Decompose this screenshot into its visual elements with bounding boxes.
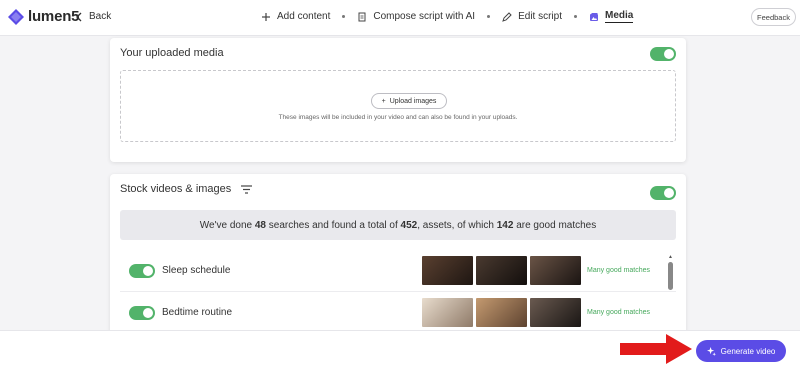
step-media[interactable]: Media	[589, 10, 634, 23]
summary-suffix: are good matches	[516, 219, 597, 231]
pencil-icon	[502, 11, 512, 22]
match-status: Many good matches	[587, 267, 651, 274]
upload-dropzone[interactable]: + Upload images These images will be inc…	[120, 70, 676, 142]
media-thumbnail[interactable]	[422, 298, 473, 327]
stock-media-card: Stock videos & images We've done 48 sear…	[110, 174, 686, 344]
match-status: Many good matches	[587, 309, 651, 316]
feedback-button[interactable]: Feedback	[751, 8, 796, 26]
list-item: Sleep schedule Many good matches	[120, 250, 676, 292]
document-icon	[358, 12, 366, 21]
summary-assets: 452	[400, 219, 418, 231]
generate-video-button[interactable]: Generate video	[696, 340, 786, 362]
search-summary: We've done 48 searches and found a total…	[120, 210, 676, 240]
generate-video-label: Generate video	[720, 346, 776, 356]
summary-prefix: We've done	[199, 219, 253, 231]
step-label: Media	[605, 10, 634, 23]
step-compose-script[interactable]: Compose script with AI	[357, 11, 475, 22]
upload-images-label: Upload images	[389, 97, 437, 105]
back-label: Back	[89, 11, 112, 22]
scene-toggle[interactable]	[129, 264, 155, 278]
plus-icon	[262, 12, 270, 21]
lumen5-logo-icon	[8, 8, 24, 25]
plus-icon: +	[381, 97, 386, 105]
scroll-up-icon[interactable]: ▲	[668, 254, 673, 260]
step-label: Compose script with AI	[373, 11, 476, 22]
lumen5-logo[interactable]: lumen5	[8, 8, 80, 25]
media-thumbnail[interactable]	[476, 256, 527, 285]
filter-icon[interactable]	[241, 184, 253, 194]
sparkle-icon	[706, 346, 716, 356]
upload-images-button[interactable]: + Upload images	[371, 93, 447, 109]
thumbnail-strip	[422, 256, 581, 285]
summary-good: 142	[496, 219, 514, 231]
scene-toggle[interactable]	[129, 306, 155, 320]
media-thumbnail[interactable]	[422, 256, 473, 285]
scrollbar-thumb[interactable]	[668, 262, 673, 290]
step-label: Edit script	[518, 11, 562, 22]
scrollbar[interactable]: ▲	[668, 254, 673, 314]
step-separator	[574, 15, 577, 18]
uploaded-media-title-text: Your uploaded media	[120, 47, 224, 59]
red-arrow-icon	[620, 334, 692, 364]
uploaded-media-title: Your uploaded media	[120, 47, 224, 59]
uploaded-media-toggle[interactable]	[650, 47, 676, 61]
step-edit-script[interactable]: Edit script	[502, 11, 562, 22]
summary-mid2-text: assets, of which	[422, 219, 494, 231]
media-thumbnail[interactable]	[530, 298, 581, 327]
summary-searches: 48	[254, 219, 266, 231]
step-label: Add content	[277, 11, 331, 22]
media-thumbnail[interactable]	[530, 256, 581, 285]
step-add-content[interactable]: Add content	[261, 11, 330, 22]
scene-label: Bedtime routine	[162, 307, 233, 318]
scene-label: Sleep schedule	[162, 265, 231, 276]
list-item: Bedtime routine Many good matches	[120, 292, 676, 334]
chevron-left-icon	[76, 12, 82, 21]
logo-text: lumen5	[28, 8, 80, 25]
top-navigation-bar: lumen5 Back Add content Compose script w…	[0, 0, 800, 36]
stock-media-header: Stock videos & images	[120, 183, 253, 195]
media-icon	[590, 12, 598, 21]
upload-note: These images will be included in your vi…	[278, 114, 518, 121]
step-separator	[342, 15, 346, 18]
back-button[interactable]: Back	[76, 11, 111, 22]
media-thumbnail[interactable]	[476, 298, 527, 327]
uploaded-media-card: Your uploaded media + Upload images Thes…	[110, 38, 686, 162]
step-separator	[487, 15, 491, 18]
workflow-steps: Add content Compose script with AI Edit …	[261, 10, 634, 23]
thumbnail-strip	[422, 298, 581, 327]
stock-media-title: Stock videos & images	[120, 183, 232, 195]
summary-mid1: searches and found a total of	[268, 219, 398, 231]
stock-media-toggle[interactable]	[650, 186, 676, 200]
